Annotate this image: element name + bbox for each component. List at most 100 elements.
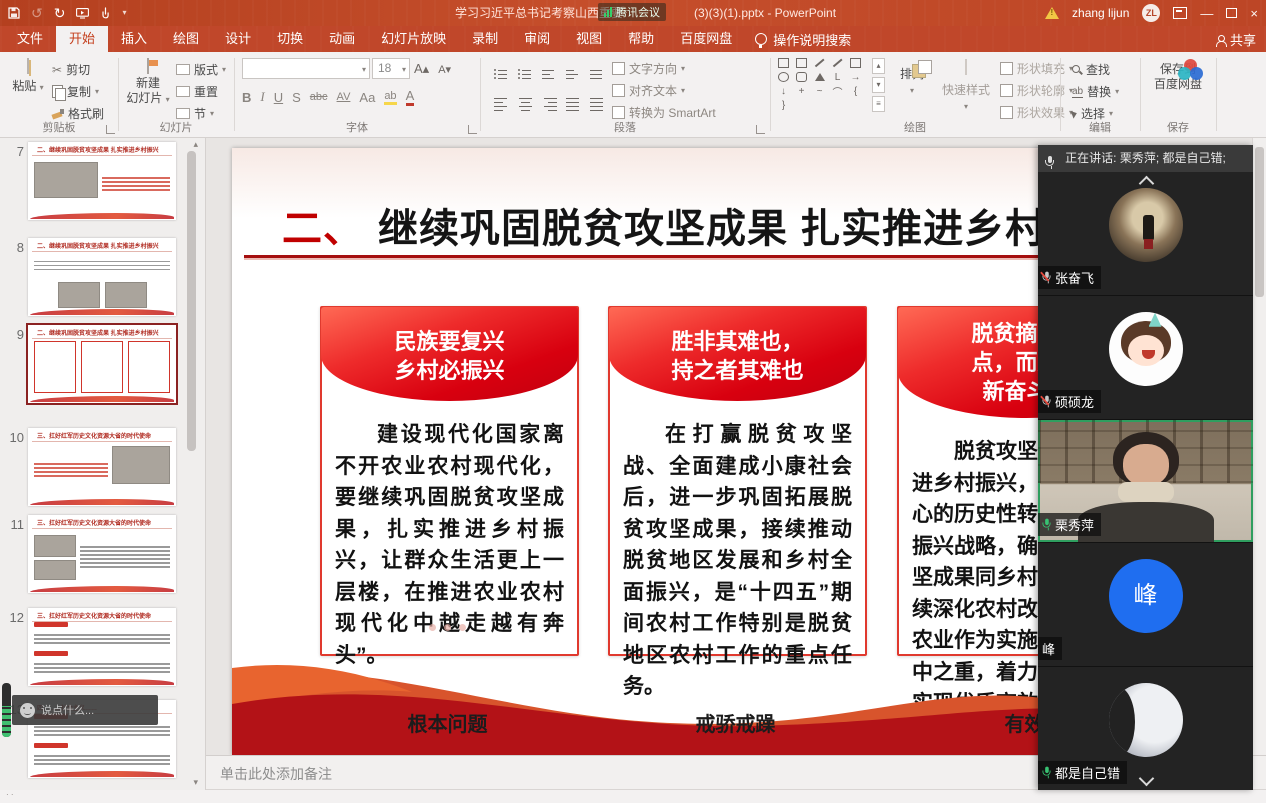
user-name[interactable]: zhang lijun <box>1072 6 1129 20</box>
ribbon-tab-4[interactable]: 设计 <box>212 26 264 52</box>
qat-customize-caret[interactable]: ▾ <box>122 0 126 26</box>
shapes-gallery[interactable]: L→↓+~⌒{} <box>778 58 870 110</box>
shape-glyph-12[interactable]: ~ <box>814 86 825 96</box>
shape-glyph-10[interactable]: ↓ <box>778 86 789 96</box>
user-avatar[interactable]: ZL <box>1142 4 1160 22</box>
shape-glyph-13[interactable]: ⌒ <box>832 86 843 96</box>
columns-button[interactable] <box>590 88 605 111</box>
paste-button[interactable]: 粘贴 ▾ <box>8 59 48 94</box>
meeting-chat-overlay[interactable]: 说点什么... <box>12 695 158 725</box>
character-spacing-button[interactable]: AV <box>337 91 351 103</box>
strikethrough-button[interactable]: abc <box>310 91 328 103</box>
shape-glyph-11[interactable]: + <box>796 86 807 96</box>
slide-thumbnail-8[interactable]: 二、继续巩固脱贫攻坚成果 扎实推进乡村振兴 <box>28 238 176 316</box>
line-spacing-button[interactable] <box>590 60 605 79</box>
warning-icon[interactable] <box>1045 7 1059 19</box>
highlight-color-button[interactable]: ab <box>384 90 396 105</box>
participant-tile-5[interactable]: 都是自己错 <box>1038 667 1253 790</box>
font-name-combo[interactable]: ▾ <box>242 58 370 79</box>
emoji-icon[interactable] <box>20 703 35 718</box>
shape-glyph-4[interactable] <box>850 58 861 68</box>
ribbon-tab-1[interactable]: 开始 <box>56 26 108 52</box>
shape-glyph-2[interactable] <box>814 58 825 68</box>
slide-thumbnail-7[interactable]: 二、继续巩固脱贫攻坚成果 扎实推进乡村振兴 <box>28 142 176 220</box>
underline-button[interactable]: U <box>274 90 283 105</box>
ribbon-tab-6[interactable]: 动画 <box>316 26 368 52</box>
shape-glyph-5[interactable] <box>778 72 789 82</box>
tell-me-search[interactable]: 操作说明搜索 <box>745 26 861 52</box>
shape-glyph-6[interactable] <box>796 72 807 82</box>
layout-button[interactable]: 版式 ▾ <box>176 61 226 78</box>
numbering-button[interactable] <box>518 60 533 79</box>
shapes-gallery-scroll[interactable]: ▴▾≡ <box>872 58 885 112</box>
justify-button[interactable] <box>566 88 581 111</box>
main-scrollbar[interactable] <box>1252 137 1266 755</box>
save-to-baidu-button[interactable]: 保存到百度网盘 <box>1148 59 1208 92</box>
participant-tile-1[interactable]: 张奋飞 <box>1038 172 1253 296</box>
ribbon-tab-5[interactable]: 切换 <box>264 26 316 52</box>
thumbs-scroll-down-icon[interactable]: ▾ <box>193 777 198 788</box>
shape-glyph-3[interactable] <box>832 58 843 68</box>
italic-button[interactable]: I <box>260 89 264 105</box>
align-center-button[interactable] <box>518 88 533 111</box>
copy-button[interactable]: 复制 ▾ <box>52 83 99 100</box>
thumbs-scrollbar[interactable] <box>187 151 196 451</box>
ribbon-tab-9[interactable]: 审阅 <box>511 26 563 52</box>
content-card-1[interactable]: 民族要复兴 乡村必振兴建设现代化国家离不开农业农村现代化，要继续巩固脱贫攻坚成果… <box>320 306 579 656</box>
shape-glyph-1[interactable] <box>796 58 807 68</box>
restore-button[interactable] <box>1226 8 1237 18</box>
ribbon-tab-2[interactable]: 插入 <box>108 26 160 52</box>
text-direction-button[interactable]: 文字方向 ▾ <box>612 60 685 77</box>
increase-indent-button[interactable] <box>566 60 581 79</box>
start-slideshow-icon[interactable] <box>76 8 89 19</box>
thumbs-scroll-up-icon[interactable]: ▴ <box>193 139 198 150</box>
save-icon[interactable] <box>8 7 20 19</box>
align-right-button[interactable] <box>542 88 557 111</box>
font-dialog-launcher[interactable] <box>468 125 477 134</box>
new-slide-button[interactable]: 新建幻灯片 ▾ <box>126 59 170 106</box>
minimize-button[interactable]: — <box>1200 6 1213 21</box>
slide-thumbnail-10[interactable]: 三、扛好红军历史文化资源大省的时代使命 <box>28 428 176 506</box>
card-footer-label[interactable]: 根本问题 <box>320 708 575 737</box>
shape-fill-button[interactable]: 形状填充 ▾ <box>1000 60 1073 77</box>
participant-tile-2[interactable]: 硕硕龙 <box>1038 296 1253 420</box>
card-footer-label[interactable]: 戒骄戒躁 <box>608 708 863 737</box>
find-button[interactable]: 查找 <box>1072 61 1110 78</box>
redo-icon[interactable]: ↻ <box>54 0 66 26</box>
paragraph-dialog-launcher[interactable] <box>756 125 765 134</box>
shape-glyph-15[interactable]: } <box>778 100 789 110</box>
align-left-button[interactable] <box>494 88 509 111</box>
close-button[interactable]: × <box>1250 6 1258 21</box>
replace-button[interactable]: ab替换 ▾ <box>1072 83 1119 100</box>
bold-button[interactable]: B <box>242 90 251 105</box>
content-card-2[interactable]: 胜非其难也， 持之者其难也在打赢脱贫攻坚战、全面建成小康社会后，进一步巩固拓展脱… <box>608 306 867 656</box>
participant-tile-4[interactable]: 峰峰 <box>1038 543 1253 667</box>
touch-mode-icon[interactable] <box>100 7 111 19</box>
change-case-button[interactable]: Aa <box>359 90 375 105</box>
undo-icon[interactable]: ↺ <box>31 0 43 26</box>
participant-tile-3[interactable]: 栗秀萍 <box>1038 420 1253 544</box>
scroll-down-chevron-icon[interactable] <box>1138 771 1154 787</box>
ribbon-display-options-icon[interactable] <box>1173 7 1187 19</box>
shape-glyph-7[interactable] <box>814 72 825 82</box>
arrange-button[interactable]: 排列▾ <box>890 60 934 96</box>
share-button[interactable]: 共享 <box>1216 26 1256 52</box>
ribbon-tab-3[interactable]: 绘图 <box>160 26 212 52</box>
ribbon-tab-7[interactable]: 幻灯片放映 <box>368 26 459 52</box>
text-shadow-button[interactable]: S <box>292 90 301 105</box>
shape-glyph-14[interactable]: { <box>850 86 861 96</box>
shape-outline-button[interactable]: 形状轮廓 ▾ <box>1000 82 1073 99</box>
tencent-meeting-overlay[interactable]: 腾讯会议 <box>598 3 666 21</box>
quick-styles-button[interactable]: 快速样式▾ <box>938 60 994 112</box>
slide-thumbnail-11[interactable]: 三、扛好红军历史文化资源大省的时代使命 <box>28 515 176 593</box>
shape-glyph-8[interactable]: L <box>832 72 843 82</box>
ribbon-tab-file[interactable]: 文件 <box>4 26 56 52</box>
slide-thumbnail-12[interactable]: 三、扛好红军历史文化资源大省的时代使命 <box>28 608 176 686</box>
grow-shrink-font[interactable]: A▴A▾ <box>414 61 451 77</box>
shape-glyph-0[interactable] <box>778 58 789 68</box>
bullets-button[interactable] <box>494 60 509 79</box>
clipboard-dialog-launcher[interactable] <box>106 125 115 134</box>
slide-thumbnail-9[interactable]: 二、继续巩固脱贫攻坚成果 扎实推进乡村振兴 <box>28 325 176 403</box>
decrease-indent-button[interactable] <box>542 60 557 79</box>
ribbon-tab-11[interactable]: 帮助 <box>615 26 667 52</box>
